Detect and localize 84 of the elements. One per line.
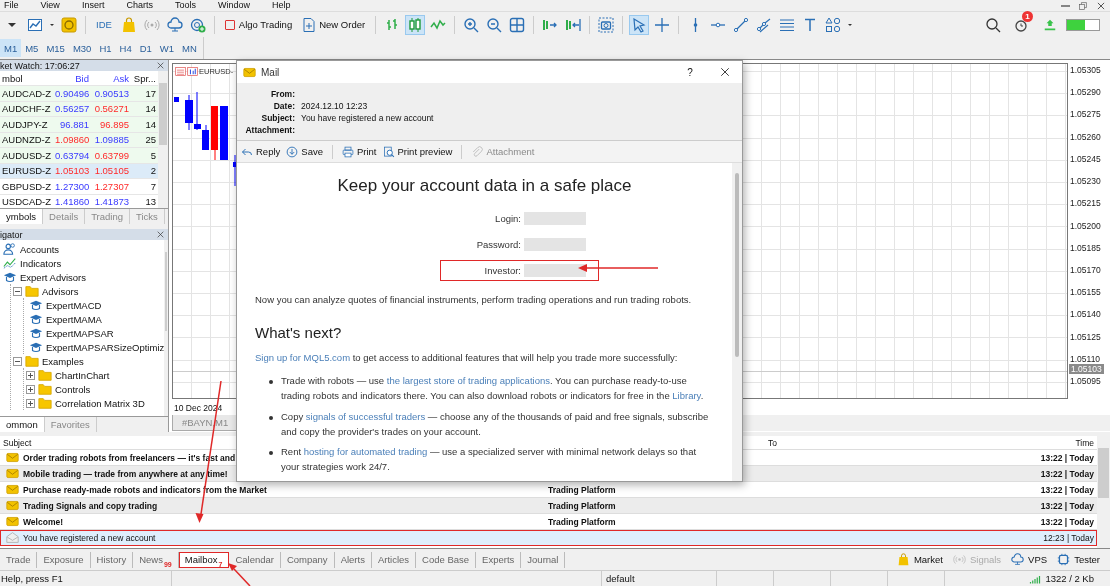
- bid-cell-text: 0.56257: [54, 103, 91, 115]
- spread-cell-text: 2: [149, 165, 157, 177]
- notification-badge: 1: [1022, 10, 1033, 22]
- ask-cell-text: 0.63799: [93, 149, 130, 161]
- subject-cell: Trading Signals and copy trading: [23, 500, 158, 511]
- price-label: 1.05095: [1070, 376, 1101, 386]
- subject-cell: You have registered a new account: [23, 532, 156, 543]
- price-label: 1.05275: [1070, 109, 1101, 120]
- ask-cell-text: 96.895: [98, 118, 130, 130]
- spread-cell-text: 17: [144, 87, 157, 99]
- credential-label: Password:: [475, 239, 521, 250]
- bid-cell-text: 1.09860: [54, 134, 91, 146]
- mail-subheading: What's next?: [255, 323, 343, 341]
- panel-title: igator: [0, 229, 23, 240]
- symbol-cell-text: GBPUSD-Z: [1, 180, 53, 192]
- price-label: 1.05110: [1070, 353, 1101, 364]
- current-price-tag: 1.05103: [1069, 364, 1104, 375]
- credential-label: Investor:: [483, 265, 521, 276]
- price-label: 1.05200: [1070, 220, 1101, 231]
- ask-cell-text: 1.41873: [93, 196, 130, 208]
- bid-cell-text: 1.41860: [54, 196, 91, 208]
- symbol-cell-text: AUDJPY-Z: [1, 118, 49, 130]
- price-label: 1.05140: [1070, 309, 1101, 320]
- spread-cell-text: 25: [144, 134, 157, 146]
- sender-cell: Trading Platform: [548, 516, 616, 527]
- spread-cell-text: 7: [149, 180, 157, 192]
- spread-cell-text: 5: [149, 149, 157, 161]
- field-value: You have registered a new account: [301, 113, 434, 123]
- bid-cell-text: 1.05103: [54, 165, 91, 177]
- symbol-cell-text: AUDUSD-Z: [1, 149, 53, 161]
- ask-cell-text: 0.90513: [93, 87, 130, 99]
- price-label: 1.05230: [1070, 176, 1101, 187]
- field-label: From:: [269, 89, 295, 99]
- bid-cell-text: 0.63794: [54, 149, 91, 161]
- dialog-title: Mail: [261, 66, 280, 78]
- subject-cell: Welcome!: [23, 516, 63, 527]
- price-label: 1.05260: [1070, 131, 1101, 142]
- price-label: 1.05155: [1070, 287, 1101, 298]
- paragraph: Trade with robots — use the largest store of trading applications. You can purchase ready-to-use trading robots and indicators there. You can also download robots or indicators for free in the Library.: [281, 374, 705, 404]
- spread-cell-text: 14: [144, 103, 157, 115]
- panel-title: ket Watch: 17:06:27: [0, 60, 80, 71]
- price-label: 1.05125: [1070, 331, 1101, 342]
- time-cell: 13:22 | Today: [1040, 516, 1094, 527]
- price-label: 1.05290: [1070, 87, 1101, 98]
- price-label: 1.05215: [1070, 198, 1101, 209]
- bid-cell-text: 96.881: [58, 118, 90, 130]
- subject-cell: Mobile trading — trade from anywhere at any time!: [23, 468, 228, 479]
- paragraph: Rent hosting for automated trading — use a specialized server with minimal network delays so that your strategies work 24/7.: [281, 445, 698, 475]
- spread-cell-text: 13: [144, 196, 157, 208]
- price-label: 1.05305: [1070, 65, 1101, 75]
- time-cell: 13:22 | Today: [1040, 500, 1094, 511]
- ask-cell-text: 1.27307: [93, 180, 130, 192]
- sender-cell: Trading Platform: [548, 500, 616, 511]
- field-label: Date:: [272, 101, 295, 111]
- paragraph: Now you can analyze quotes of financial instruments, perform trading operations and run trading robots.: [255, 293, 693, 307]
- sender-cell: Trading Platform: [548, 484, 616, 495]
- field-value: 2024.12.10 12:23: [301, 101, 368, 111]
- price-label: 1.05170: [1070, 264, 1101, 275]
- symbol-cell-text: AUDNZD-Z: [1, 134, 52, 146]
- symbol-cell-text: AUDCAD-Z: [1, 87, 53, 99]
- time-cell: 13:22 | Today: [1040, 484, 1094, 495]
- field-label: Attachment:: [244, 125, 295, 135]
- ask-cell-text: 0.56271: [93, 103, 130, 115]
- field-label: Subject:: [260, 113, 295, 123]
- mail-heading: Keep your account data in a safe place: [336, 176, 633, 196]
- bid-cell-text: 1.27300: [54, 180, 91, 192]
- spread-cell-text: 14: [144, 118, 157, 130]
- ask-cell-text: 1.09885: [93, 134, 130, 146]
- price-label: 1.05185: [1070, 242, 1101, 253]
- credential-label: Login:: [494, 213, 521, 224]
- bid-cell-text: 0.90496: [54, 87, 91, 99]
- paragraph: Sign up for MQL5.com to get access to additional features that will help you trade more successfully:: [255, 350, 679, 365]
- status-text: 1322 / 2 Kb: [1045, 573, 1094, 584]
- symbol-cell-text: AUDCHF-Z: [1, 103, 52, 115]
- status-text: default: [606, 573, 635, 584]
- status-text: Help, press F1: [0, 573, 64, 584]
- price-label: 1.05245: [1070, 153, 1101, 164]
- time-cell: 13:22 | Today: [1040, 468, 1094, 479]
- ask-cell-text: 1.05105: [93, 165, 130, 177]
- symbol-cell-text: EURUSD-Z: [1, 165, 53, 177]
- time-cell: 12:23 | Today: [1043, 532, 1094, 543]
- paragraph: Copy signals of successful traders — choose any of the thousands of paid and free signals, subscribe and copy the provider's trades on your account.: [281, 409, 710, 439]
- time-cell: 13:22 | Today: [1040, 452, 1094, 463]
- symbol-cell-text: USDCAD-Z: [1, 196, 53, 208]
